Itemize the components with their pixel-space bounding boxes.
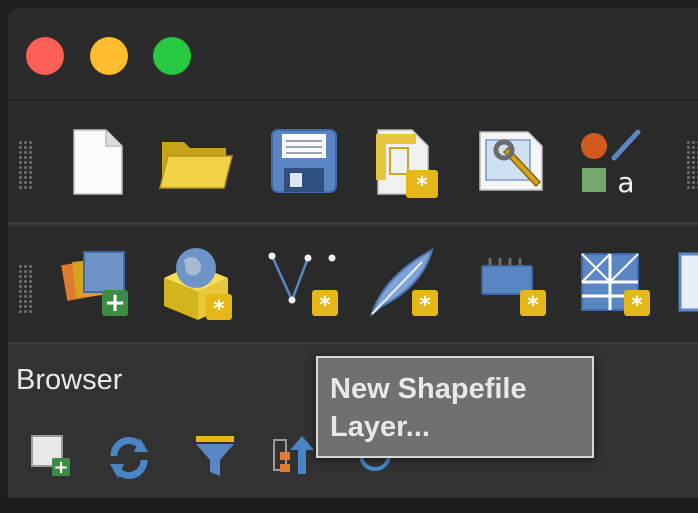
new-project-icon[interactable] — [60, 124, 136, 200]
open-project-icon[interactable] — [158, 124, 234, 200]
project-toolbar: * a — [8, 102, 698, 224]
title-bar — [8, 8, 698, 101]
new-shapefile-layer-icon[interactable]: * — [264, 244, 340, 320]
new-temporary-scratch-layer-icon[interactable]: * — [472, 244, 548, 320]
layout-manager-icon[interactable] — [474, 124, 550, 200]
close-button[interactable] — [26, 37, 64, 75]
more-tools-icon[interactable] — [678, 244, 698, 320]
toolbar-grip-handle[interactable] — [18, 140, 34, 190]
svg-text:*: * — [527, 293, 539, 318]
svg-text:*: * — [631, 293, 643, 318]
svg-text:+: + — [53, 457, 68, 478]
style-manager-icon[interactable]: a — [574, 124, 650, 200]
new-geopackage-layer-icon[interactable]: * — [158, 244, 234, 320]
refresh-icon[interactable] — [104, 432, 154, 482]
tooltip-text: New Shapefile Layer... — [330, 373, 527, 443]
svg-text:*: * — [416, 173, 428, 198]
data-source-manager-icon[interactable]: + — [60, 244, 136, 320]
toolbar-grip-handle[interactable] — [686, 140, 698, 190]
minimize-button[interactable] — [90, 37, 128, 75]
svg-text:a: a — [617, 166, 634, 199]
svg-text:+: + — [104, 288, 126, 318]
tooltip: New Shapefile Layer... — [316, 356, 594, 458]
svg-text:*: * — [319, 293, 331, 318]
new-print-layout-icon[interactable]: * — [368, 124, 444, 200]
save-project-icon[interactable] — [266, 124, 342, 200]
collapse-all-icon[interactable] — [270, 430, 320, 480]
toolbar-grip-handle[interactable] — [18, 264, 34, 314]
browser-panel-title: Browser — [16, 364, 123, 396]
new-virtual-layer-icon[interactable]: * — [576, 244, 652, 320]
svg-text:*: * — [213, 297, 225, 320]
layer-toolbar: + * * * * * — [8, 226, 698, 344]
window-bottom-edge — [0, 498, 698, 513]
new-spatialite-layer-icon[interactable]: * — [364, 244, 440, 320]
svg-text:*: * — [419, 293, 431, 318]
add-selected-layers-icon[interactable]: + — [26, 430, 76, 480]
zoom-button[interactable] — [153, 37, 191, 75]
filter-browser-icon[interactable] — [190, 430, 240, 480]
